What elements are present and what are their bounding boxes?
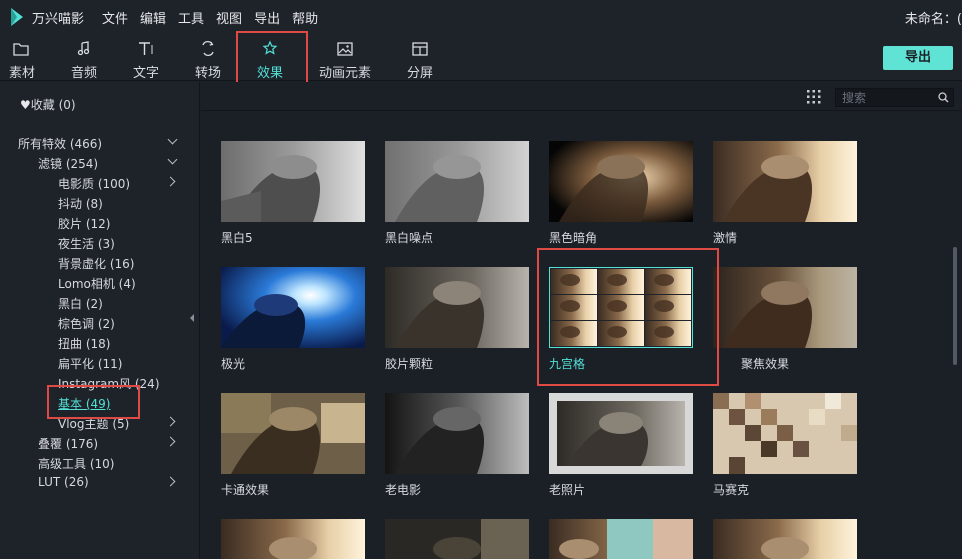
effect-thumbnail-focus[interactable] — [713, 267, 857, 348]
effect-label: 老照片 — [549, 483, 586, 497]
chevron-right-icon[interactable] — [165, 416, 176, 427]
tab-transitions-label: 转场 — [195, 66, 222, 81]
tab-media-label: 素材 — [9, 66, 36, 81]
sidebar-item-bokeh[interactable]: 背景虚化 (16) — [58, 255, 134, 272]
effects-category-sidebar: ♥收藏 (0) 所有特效 (466) 滤镜 (254) 电影质 (100) 抖动… — [0, 82, 200, 559]
sidebar-item-filters[interactable]: 滤镜 (254) — [38, 155, 98, 172]
grid-view-icon[interactable] — [807, 90, 821, 104]
sidebar-item-all-effects[interactable]: 所有特效 (466) — [18, 135, 102, 152]
effect-thumbnail-passion[interactable] — [713, 141, 857, 222]
effect-thumbnail-old-photo[interactable] — [549, 393, 693, 474]
sidebar-item-sepia[interactable]: 棕色调 (2) — [58, 315, 115, 332]
chevron-down-icon[interactable] — [167, 154, 178, 165]
title-bar: 万兴喵影 文件 编辑 工具 视图 导出 帮助 未命名：( — [0, 0, 962, 34]
text-icon — [139, 42, 153, 55]
sidebar-item-advanced-tools[interactable]: 高级工具 (10) — [38, 455, 114, 472]
sidebar-item-flat[interactable]: 扁平化 (11) — [58, 355, 122, 372]
tab-split-screen-label: 分屏 — [407, 66, 434, 81]
effect-label: 马赛克 — [713, 483, 750, 497]
effect-label: 卡通效果 — [221, 483, 270, 497]
highlight-box-basic-category — [47, 385, 140, 419]
effect-thumbnail-old-movie[interactable] — [385, 393, 529, 474]
sidebar-item-film[interactable]: 胶片 (12) — [58, 215, 110, 232]
sidebar-item-black-white[interactable]: 黑白 (2) — [58, 295, 103, 312]
sidebar-item-cinematic[interactable]: 电影质 (100) — [58, 175, 130, 192]
effect-thumbnail-mosaic[interactable] — [713, 393, 857, 474]
sidebar-item-distortion[interactable]: 扭曲 (18) — [58, 335, 110, 352]
heart-icon: ♥ — [20, 98, 31, 112]
effect-label: 黑色暗角 — [549, 231, 598, 245]
effect-thumbnail[interactable] — [385, 519, 529, 559]
effect-thumbnail-aurora[interactable] — [221, 267, 365, 348]
search-icon[interactable] — [938, 92, 949, 103]
transition-icon — [202, 40, 214, 57]
image-icon — [337, 42, 353, 56]
effect-thumbnail[interactable] — [549, 519, 693, 559]
document-title: 未命名：( — [904, 12, 962, 27]
effect-thumbnail[interactable] — [221, 519, 365, 559]
sidebar-item-nightlife[interactable]: 夜生活 (3) — [58, 235, 115, 252]
media-toolbar: 素材 音频 文字 转场 效果 动画元素 分屏 导出 — [0, 34, 962, 81]
tab-text[interactable]: 文字 — [133, 34, 173, 81]
tab-text-label: 文字 — [133, 66, 160, 81]
menu-view[interactable]: 视图 — [216, 12, 242, 27]
chevron-right-icon[interactable] — [165, 176, 176, 187]
sidebar-item-overlays[interactable]: 叠覆 (176) — [38, 435, 98, 452]
search-box — [835, 88, 954, 107]
collapse-panel-arrow-icon[interactable] — [190, 314, 194, 322]
effect-thumbnail[interactable] — [713, 519, 857, 559]
effect-thumbnail-bw-noise[interactable] — [385, 141, 529, 222]
menu-tools[interactable]: 工具 — [178, 12, 204, 27]
effect-label: 激情 — [713, 231, 738, 245]
chevron-right-icon[interactable] — [165, 436, 176, 447]
sidebar-item-shake[interactable]: 抖动 (8) — [58, 195, 103, 212]
split-screen-icon — [412, 42, 428, 56]
effect-label: 黑白噪点 — [385, 231, 434, 245]
library-header — [201, 82, 962, 111]
menu-edit[interactable]: 编辑 — [140, 12, 166, 27]
effect-thumbnail-film-grain[interactable] — [385, 267, 529, 348]
vertical-scrollbar[interactable] — [953, 247, 957, 365]
effect-label: 聚焦效果 — [741, 357, 790, 371]
app-name: 万兴喵影 — [32, 12, 85, 27]
effect-label: 极光 — [221, 357, 246, 371]
chevron-right-icon[interactable] — [165, 476, 176, 487]
sidebar-item-favorites[interactable]: ♥收藏 (0) — [20, 96, 76, 113]
tab-media[interactable]: 素材 — [9, 34, 49, 81]
search-input[interactable] — [842, 89, 932, 106]
tab-elements[interactable]: 动画元素 — [319, 34, 379, 81]
effect-label: 胶片颗粒 — [385, 357, 434, 371]
menu-file[interactable]: 文件 — [102, 12, 128, 27]
music-note-icon — [77, 41, 90, 56]
effect-thumbnail-cartoon[interactable] — [221, 393, 365, 474]
effect-thumbnail-bw5[interactable] — [221, 141, 365, 222]
effect-label: 老电影 — [385, 483, 422, 497]
sidebar-item-lomo[interactable]: Lomo相机 (4) — [58, 275, 136, 292]
effect-thumbnail-black-vignette[interactable] — [549, 141, 693, 222]
menu-export[interactable]: 导出 — [254, 12, 280, 27]
tab-audio[interactable]: 音频 — [71, 34, 111, 81]
export-button[interactable]: 导出 — [883, 46, 953, 70]
chevron-down-icon[interactable] — [167, 134, 178, 145]
effect-label: 黑白5 — [221, 231, 253, 245]
tab-transitions[interactable]: 转场 — [195, 34, 235, 81]
menu-bar: 文件 编辑 工具 视图 导出 帮助 — [102, 8, 330, 27]
folder-icon — [13, 43, 29, 56]
tab-split-screen[interactable]: 分屏 — [407, 34, 447, 81]
app-logo-icon — [11, 8, 23, 26]
sidebar-item-lut[interactable]: LUT (26) — [38, 475, 89, 489]
tab-audio-label: 音频 — [71, 66, 98, 81]
tab-elements-label: 动画元素 — [319, 66, 372, 81]
highlight-box-nine-grid — [537, 248, 719, 386]
menu-help[interactable]: 帮助 — [292, 12, 318, 27]
sidebar-item-label: 收藏 (0) — [30, 98, 76, 112]
